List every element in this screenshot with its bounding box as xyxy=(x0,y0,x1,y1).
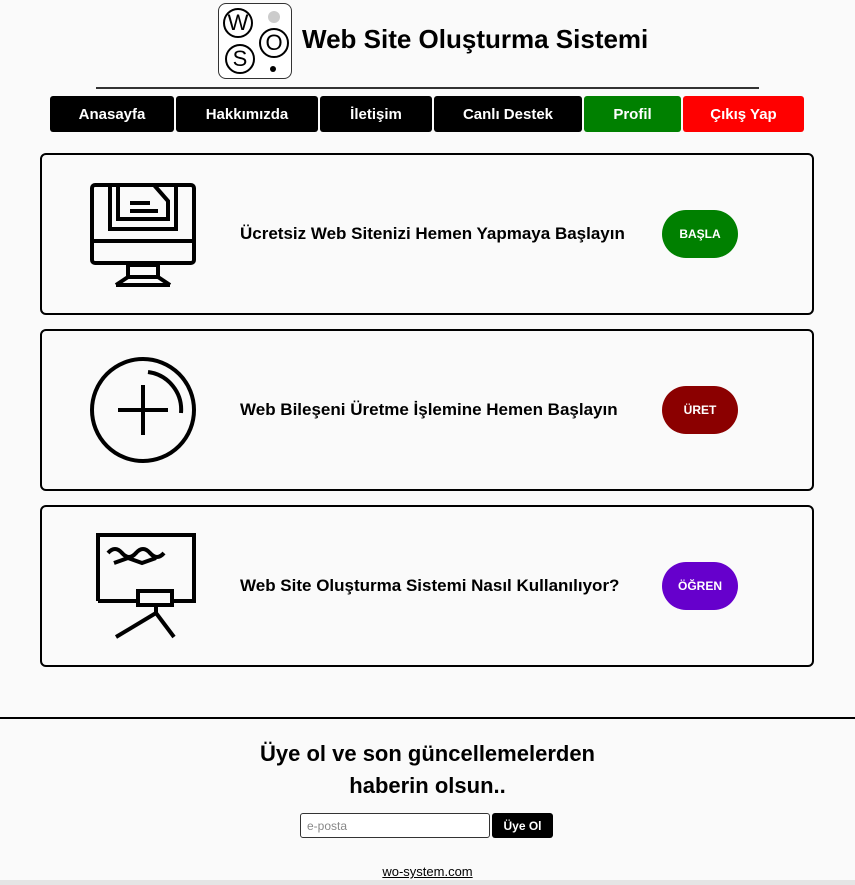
bottom-strip xyxy=(0,880,855,885)
nav-profile-button[interactable]: Profil xyxy=(584,96,681,132)
nav-contact-button[interactable]: İletişim xyxy=(320,96,432,132)
monitor-document-icon xyxy=(90,183,196,287)
newsletter-heading: Üye ol ve son güncellemelerden haberin o… xyxy=(0,738,855,802)
card-text: Web Site Oluşturma Sistemi Nasıl Kullanı… xyxy=(240,576,620,595)
logo-letter-s: S xyxy=(225,44,255,74)
card-text: Web Bileşeni Üretme İşlemine Hemen Başla… xyxy=(240,400,618,419)
learn-button[interactable]: ÖĞREN xyxy=(662,562,738,610)
logo-letter-o: O xyxy=(259,28,289,58)
newsletter-line-2: haberin olsun.. xyxy=(349,773,506,798)
card-text: Ücretsiz Web Sitenizi Hemen Yapmaya Başl… xyxy=(240,224,625,243)
logo-black-dot xyxy=(270,66,276,72)
logo-letter-w: W xyxy=(223,8,253,38)
presentation-board-icon xyxy=(96,533,196,639)
footer-divider xyxy=(0,717,855,719)
logo-gray-dot xyxy=(268,11,280,23)
nav-about-button[interactable]: Hakkımızda xyxy=(176,96,318,132)
main-nav: Anasayfa Hakkımızda İletişim Canlı Deste… xyxy=(0,96,855,132)
card-create-website: Ücretsiz Web Sitenizi Hemen Yapmaya Başl… xyxy=(40,153,814,315)
newsletter-line-1: Üye ol ve son güncellemelerden xyxy=(259,741,595,766)
circle-plus-icon xyxy=(90,357,196,463)
email-input[interactable] xyxy=(300,813,490,838)
nav-home-button[interactable]: Anasayfa xyxy=(50,96,174,132)
header-divider xyxy=(96,87,759,89)
site-title: Web Site Oluşturma Sistemi xyxy=(302,24,649,54)
card-how-to-use: Web Site Oluşturma Sistemi Nasıl Kullanı… xyxy=(40,505,814,667)
card-create-component: Web Bileşeni Üretme İşlemine Hemen Başla… xyxy=(40,329,814,491)
start-button[interactable]: BAŞLA xyxy=(662,210,738,258)
footer-site-link[interactable]: wo-system.com xyxy=(0,864,855,879)
generate-button[interactable]: ÜRET xyxy=(662,386,738,434)
site-logo[interactable]: W S O xyxy=(218,3,292,79)
nav-live-support-button[interactable]: Canlı Destek xyxy=(434,96,582,132)
nav-logout-button[interactable]: Çıkış Yap xyxy=(683,96,804,132)
site-header: W S O Web Site Oluşturma Sistemi xyxy=(0,0,855,90)
subscribe-button[interactable]: Üye Ol xyxy=(492,813,553,838)
